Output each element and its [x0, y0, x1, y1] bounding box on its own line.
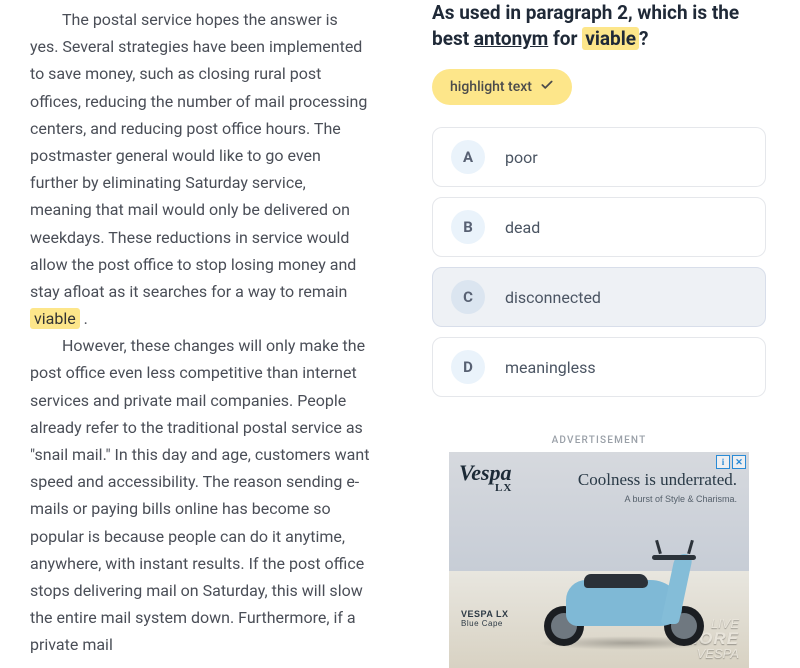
highlight-text-chip[interactable]: highlight text	[432, 69, 572, 105]
choice-a[interactable]: A poor	[432, 127, 766, 187]
question-panel: As used in paragraph 2, which is the bes…	[400, 0, 800, 664]
choice-letter: D	[451, 350, 485, 384]
ad-brand: Vespa LX	[459, 460, 512, 494]
choice-text: disconnected	[505, 288, 601, 307]
question-suffix: ?	[639, 27, 648, 50]
passage-paragraph-3: However, these changes will only make th…	[30, 332, 370, 658]
question-mid: for	[548, 27, 582, 50]
advertisement-label: ADVERTISEMENT	[432, 435, 766, 446]
scooter-illustration	[544, 536, 704, 646]
choice-d[interactable]: D meaningless	[432, 337, 766, 397]
chip-label: highlight text	[450, 79, 532, 95]
question-stem: As used in paragraph 2, which is the bes…	[432, 0, 766, 51]
ad-brand-sub: LX	[495, 482, 512, 494]
advertisement-banner[interactable]: i ✕ Vespa LX Coolness is underrated. A b…	[449, 452, 749, 668]
ad-model-color: Blue Cape	[461, 619, 509, 628]
p2-text-before: The postal service hopes the answer is y…	[30, 10, 367, 301]
answer-choices: A poor B dead C disconnected D meaningle…	[432, 127, 766, 397]
reading-passage: The postal service hopes the answer is y…	[0, 0, 400, 664]
choice-b[interactable]: B dead	[432, 197, 766, 257]
choice-c[interactable]: C disconnected	[432, 267, 766, 327]
choice-text: poor	[505, 148, 538, 167]
choice-letter: B	[451, 210, 485, 244]
choice-text: dead	[505, 218, 540, 237]
question-underlined-word: antonym	[474, 27, 548, 50]
check-icon	[540, 78, 554, 96]
ad-model-name: VESPA LX	[461, 609, 509, 619]
choice-letter: C	[451, 280, 485, 314]
ad-headline: Coolness is underrated.	[578, 470, 737, 490]
choice-letter: A	[451, 140, 485, 174]
p2-text-after: .	[80, 309, 88, 328]
ad-close-icon[interactable]: ✕	[732, 455, 746, 469]
ad-controls: i ✕	[716, 455, 746, 469]
ad-info-icon[interactable]: i	[716, 455, 730, 469]
highlighted-word-viable: viable	[30, 308, 80, 329]
question-highlighted-word: viable	[582, 27, 639, 50]
ad-tagline: A burst of Style & Charisma.	[624, 494, 737, 504]
choice-text: meaningless	[505, 358, 596, 377]
passage-paragraph-2: The postal service hopes the answer is y…	[30, 6, 370, 332]
ad-model: VESPA LX Blue Cape	[461, 609, 509, 628]
